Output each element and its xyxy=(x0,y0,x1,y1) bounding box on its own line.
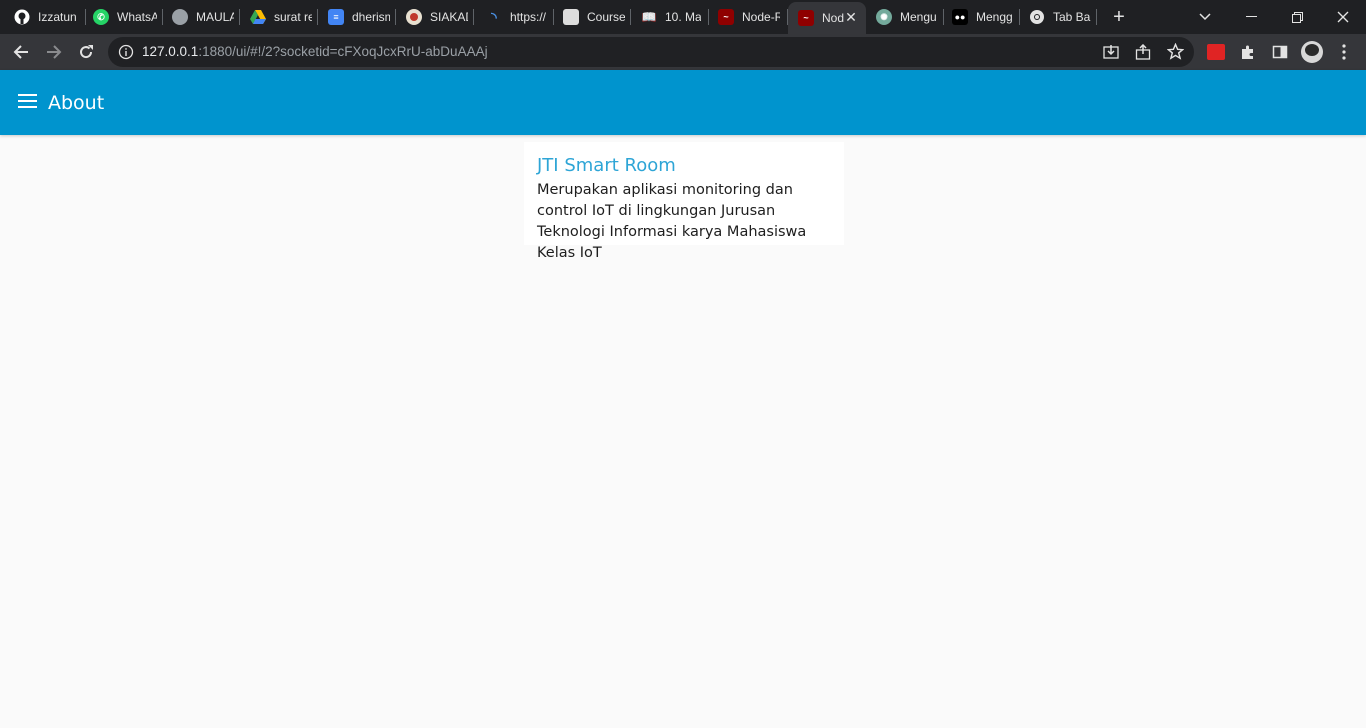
tab-title: Mengg xyxy=(976,10,1013,24)
tab-title: 10. Ma xyxy=(665,10,701,24)
github-icon xyxy=(14,9,30,25)
bookmark-star-icon[interactable] xyxy=(1166,42,1185,64)
new-tab-button[interactable]: + xyxy=(1108,6,1130,28)
url-host: 127.0.0.1 xyxy=(142,44,199,59)
tab-title: Node-RED xyxy=(742,10,780,24)
browser-tab-active[interactable]: ~ Node-RED Dashboard ✕ xyxy=(788,2,866,34)
card-description: Merupakan aplikasi monitoring dan contro… xyxy=(537,182,807,261)
chatgpt-icon: ✺ xyxy=(876,9,892,25)
chrome-icon xyxy=(1029,9,1045,25)
install-app-icon[interactable] xyxy=(1103,44,1119,64)
back-button[interactable] xyxy=(7,38,35,66)
browser-tab[interactable]: ~ Node-RED xyxy=(708,4,788,30)
browser-toolbar: 127.0.0.1:1880/ui/#!/2?socketid=cFXoqJcx… xyxy=(0,34,1366,70)
tab-title: WhatsApp xyxy=(117,10,157,24)
about-card: JTI Smart Room Merupakan aplikasi monito… xyxy=(524,142,844,261)
restore-icon[interactable] xyxy=(1274,0,1320,34)
book-icon: 📖 xyxy=(641,10,657,24)
browser-tab[interactable]: Tab Baru xyxy=(1019,4,1097,30)
reload-button[interactable] xyxy=(72,38,100,66)
whatsapp-icon: ✆ xyxy=(93,9,109,25)
close-tab-icon[interactable]: ✕ xyxy=(844,10,858,24)
app-header: About xyxy=(0,70,1366,135)
url-text: 127.0.0.1:1880/ui/#!/2?socketid=cFXoqJcx… xyxy=(142,44,488,59)
browser-tab-strip: Izzatun ✆ WhatsApp MAULANA surat re ≡ dh… xyxy=(0,0,1366,34)
browser-tab[interactable]: Course xyxy=(553,4,631,30)
tab-title: Node-RED Dashboard xyxy=(822,11,844,25)
card-title: JTI Smart Room xyxy=(537,155,676,176)
puzzle-extensions-icon[interactable] xyxy=(1234,38,1262,66)
browser-tab[interactable]: ●● Mengg xyxy=(942,4,1020,30)
tab-title: dherism xyxy=(352,10,390,24)
site-info-icon[interactable] xyxy=(118,44,134,64)
share-icon[interactable] xyxy=(1135,43,1151,64)
globe-icon xyxy=(172,9,188,25)
browser-tab[interactable]: ≡ dherism xyxy=(318,4,396,30)
close-window-icon[interactable] xyxy=(1320,0,1366,34)
node-red-icon: ~ xyxy=(798,10,814,26)
tab-title: Mengu xyxy=(900,10,937,24)
hamburger-menu-icon[interactable] xyxy=(18,94,38,110)
node-red-icon: ~ xyxy=(718,9,734,25)
profile-avatar[interactable] xyxy=(1298,38,1326,66)
medium-icon: ●● xyxy=(952,9,968,25)
course-icon xyxy=(563,9,579,25)
browser-tab[interactable]: ✺ Mengu xyxy=(866,4,944,30)
tab-title: MAULANA xyxy=(196,10,234,24)
tab-title: SIAKAD xyxy=(430,10,468,24)
address-bar[interactable]: 127.0.0.1:1880/ui/#!/2?socketid=cFXoqJcx… xyxy=(108,37,1194,67)
minimize-icon[interactable] xyxy=(1228,0,1274,34)
browser-tab[interactable]: MAULANA xyxy=(162,4,240,30)
google-docs-icon: ≡ xyxy=(328,9,344,25)
tab-title: Course xyxy=(587,10,625,24)
browser-tab[interactable]: 📖 10. Ma xyxy=(631,4,709,30)
tab-title: surat re xyxy=(274,10,312,24)
extension-icon[interactable] xyxy=(1202,38,1230,66)
browser-tab[interactable]: ◝ https:// xyxy=(476,4,554,30)
side-panel-icon[interactable] xyxy=(1266,38,1294,66)
browser-tab[interactable]: SIAKAD xyxy=(396,4,474,30)
page-title: About xyxy=(48,92,105,114)
loading-icon: ◝ xyxy=(491,8,497,25)
university-logo-icon xyxy=(406,9,422,25)
url-path: :1880/ui/#!/2?socketid=cFXoqJcxRrU-abDuA… xyxy=(198,44,488,59)
browser-tab[interactable]: Izzatun xyxy=(4,4,86,30)
google-drive-icon xyxy=(250,9,266,25)
browser-tab[interactable]: surat re xyxy=(240,4,318,30)
forward-button[interactable] xyxy=(40,38,68,66)
tab-search-icon[interactable] xyxy=(1182,0,1228,34)
tab-title: https:// xyxy=(510,10,547,24)
tab-title: Tab Baru xyxy=(1053,10,1091,24)
tab-title: Izzatun xyxy=(38,10,77,24)
browser-tab[interactable]: ✆ WhatsApp xyxy=(83,4,163,30)
more-menu-icon[interactable] xyxy=(1330,38,1358,66)
